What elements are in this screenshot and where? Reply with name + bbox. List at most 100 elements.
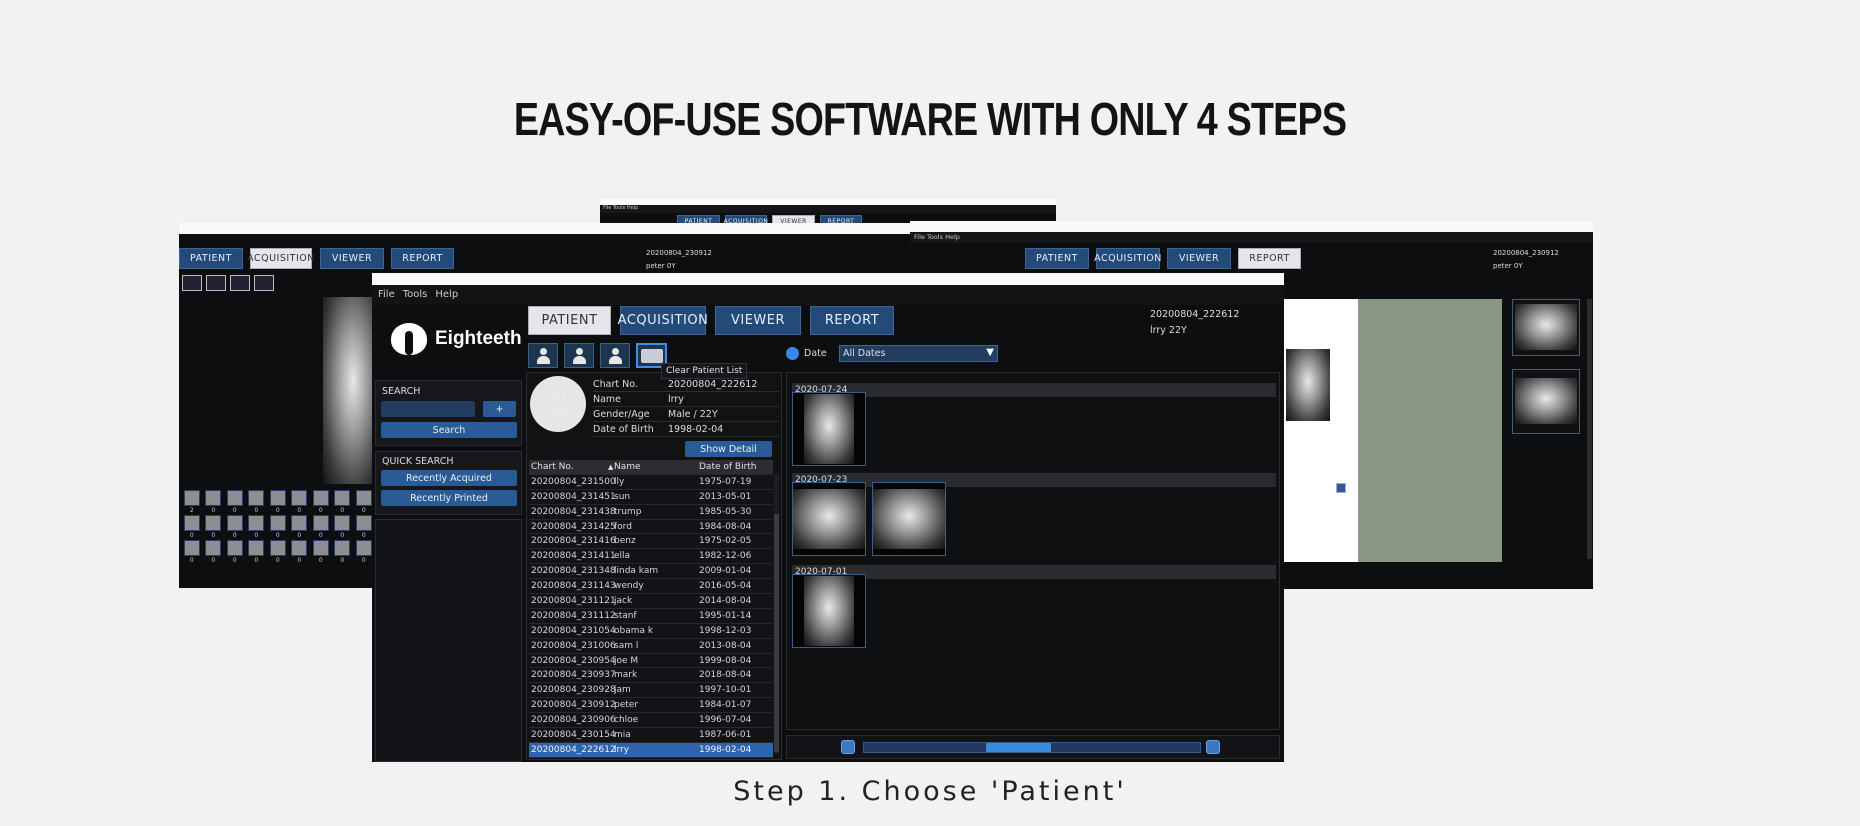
tooth-thumbnail[interactable] [248,490,265,506]
tooth-thumbnail[interactable] [183,490,200,506]
xray-thumbnail[interactable] [792,392,866,466]
cell-chart-no: 20200804_230906 [531,715,616,726]
tooth-thumbnail[interactable] [355,490,372,506]
tooth-thumbnail[interactable] [183,540,200,556]
search-button[interactable]: Search [381,422,517,438]
import-icon[interactable] [182,275,202,291]
col-dob[interactable]: Date of Birth [699,460,773,474]
tooth-thumbnail[interactable] [355,515,372,531]
zoom-in-icon[interactable] [1206,740,1220,754]
table-row[interactable]: 20200804_231425 ford 1984-08-04 [529,519,773,535]
table-row[interactable]: 20200804_231348 linda kam 2009-01-04 [529,564,773,580]
tab-report[interactable]: REPORT [391,248,454,269]
tab-patient[interactable]: PATIENT [528,306,611,335]
table-row[interactable]: 20200804_230954 joe M 1999-08-04 [529,653,773,669]
tab-acquisition[interactable]: ACQUISITION [618,306,708,335]
tooth-thumbnail[interactable] [248,515,265,531]
tab-report[interactable]: REPORT [1238,248,1301,269]
export-icon[interactable] [206,275,226,291]
table-row[interactable]: 20200804_231500 lly 1975-07-19 [529,474,773,490]
tooth-thumbnail[interactable] [312,515,329,531]
table-row[interactable]: 20200804_231121 jack 2014-08-04 [529,594,773,609]
menu-help[interactable]: Help [627,205,638,211]
menu-file[interactable]: File [378,289,395,300]
tooth-thumbnail[interactable] [205,515,222,531]
tooth-thumbnail[interactable] [312,490,329,506]
tooth-thumbnail[interactable] [334,540,351,556]
tooth-thumbnail[interactable] [334,515,351,531]
tooth-count: 0 [297,532,302,539]
edit-patient-button[interactable] [564,343,594,368]
tab-viewer[interactable]: VIEWER [320,248,384,269]
table-row[interactable]: 20200804_230937 mark 2018-08-04 [529,668,773,684]
table-row[interactable]: 20200804_230912 peter 1984-01-07 [529,698,773,714]
list-scrollbar[interactable] [774,474,779,754]
table-row[interactable]: 20200804_231411 ella 1982-12-06 [529,549,773,565]
menu-help[interactable]: Help [435,289,458,300]
tab-patient[interactable]: PATIENT [179,248,243,269]
table-row[interactable]: 20200804_230928 jam 1997-10-01 [529,683,773,699]
next-page-button[interactable] [1336,483,1346,493]
thumbnail-size-slider[interactable] [863,742,1201,753]
tooth-thumbnail[interactable] [355,540,372,556]
date-radio[interactable] [786,347,799,360]
tooth-thumbnail[interactable] [334,490,351,506]
menu-file[interactable]: File [603,205,611,211]
add-search-button[interactable]: + [483,401,516,417]
current-patient-info: 20200804_230912 peter 0Y [1493,247,1559,273]
menu-tools[interactable]: Tools [927,233,943,241]
zoom-out-icon[interactable] [841,740,855,754]
table-row[interactable]: 20200804_231438 trump 1985-05-30 [529,504,773,520]
xray-thumbnail[interactable] [792,574,866,648]
xray-thumbnail[interactable] [872,482,946,556]
scrollbar[interactable] [1587,299,1592,559]
col-name-label: Name [614,462,641,472]
tooth-thumbnail[interactable] [205,540,222,556]
table-row[interactable]: 20200804_230154 mia 1987-06-01 [529,728,773,743]
split-vertical-icon[interactable] [230,275,250,291]
tooth-thumbnail[interactable] [205,490,222,506]
tooth-thumbnail[interactable] [226,490,243,506]
tab-viewer[interactable]: VIEWER [1167,248,1231,269]
tooth-thumbnail[interactable] [269,515,286,531]
menu-tools[interactable]: Tools [403,289,428,300]
search-input[interactable] [381,401,475,417]
tooth-thumbnail[interactable] [291,540,308,556]
date-filter-dropdown[interactable]: All Dates ▼ [839,345,998,362]
tooth-thumbnail[interactable] [226,515,243,531]
delete-patient-button[interactable] [600,343,630,368]
recently-acquired-button[interactable]: Recently Acquired [381,470,517,486]
recently-printed-button[interactable]: Recently Printed [381,490,517,506]
tooth-thumbnail[interactable] [248,540,265,556]
show-detail-button[interactable]: Show Detail [685,441,772,457]
tooth-thumbnail[interactable] [269,540,286,556]
tab-acquisition[interactable]: ACQUISITION [247,248,314,269]
tooth-thumbnail[interactable] [226,540,243,556]
table-row[interactable]: 20200804_231416 benz 1975-02-05 [529,534,773,550]
tooth-thumbnail[interactable] [312,540,329,556]
tab-acquisition[interactable]: ACQUISITION [1094,248,1161,269]
table-row[interactable]: 20200804_231451 sun 2013-05-01 [529,489,773,505]
col-name[interactable]: ▲ Name [608,460,699,474]
table-row[interactable]: 20200804_231054 obama k 1998-12-03 [529,623,773,639]
tab-patient[interactable]: PATIENT [1025,248,1089,269]
tooth-thumbnail[interactable] [291,490,308,506]
menu-tools[interactable]: Tools [613,205,625,211]
tab-report[interactable]: REPORT [810,306,894,335]
tooth-thumbnail[interactable] [183,515,200,531]
table-row[interactable]: 20200804_231006 sam l 2013-08-04 [529,638,773,654]
table-row[interactable]: 20200804_231143 wendy 2016-05-04 [529,579,773,595]
tooth-thumbnail[interactable] [269,490,286,506]
tab-viewer[interactable]: VIEWER [715,306,801,335]
slider-thumb[interactable] [985,743,1051,752]
menu-file[interactable]: File [914,233,925,241]
col-chart-no[interactable]: Chart No. [529,460,614,474]
add-patient-button[interactable] [528,343,558,368]
table-row[interactable]: 20200804_222612 lrry 1998-02-04 [529,742,773,758]
split-horizontal-icon[interactable] [254,275,274,291]
table-row[interactable]: 20200804_230906 chloe 1996-07-04 [529,713,773,729]
tooth-thumbnail[interactable] [291,515,308,531]
table-row[interactable]: 20200804_231112 stanf 1995-01-14 [529,608,773,624]
xray-thumbnail[interactable] [792,482,866,556]
menu-help[interactable]: Help [945,233,960,241]
